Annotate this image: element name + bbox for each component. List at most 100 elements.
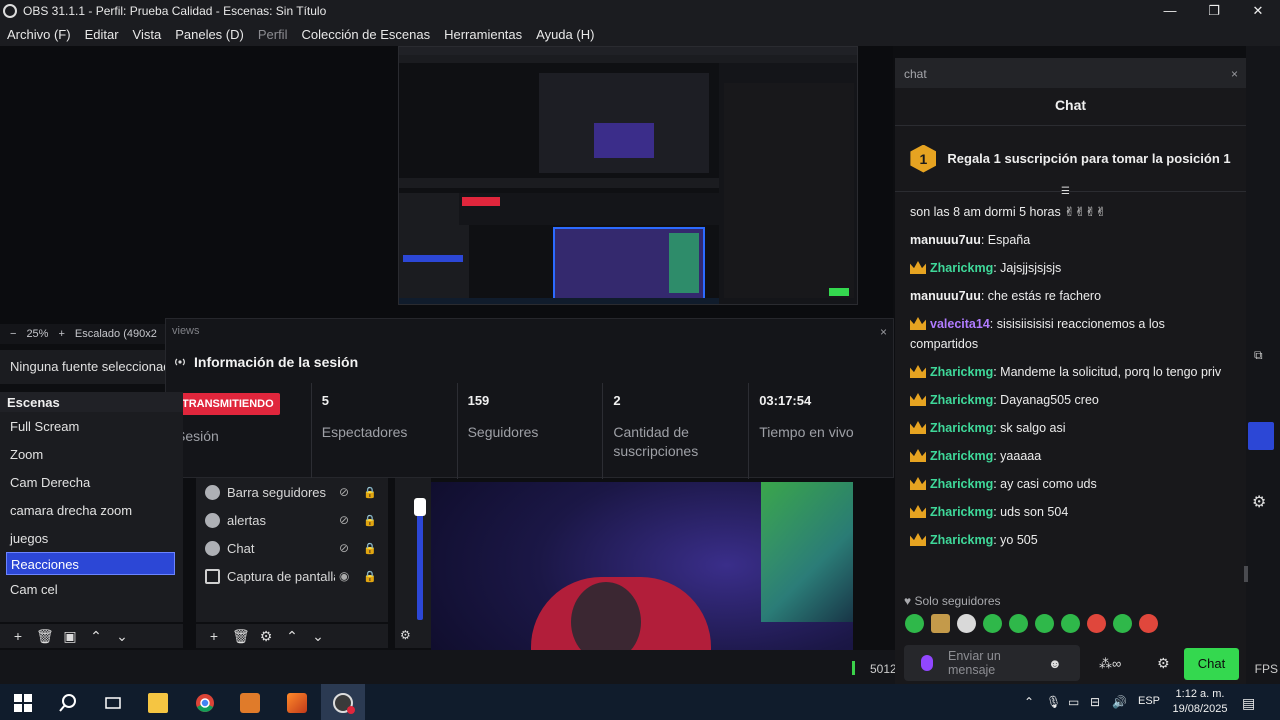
lock-icon[interactable]: 🔒: [363, 570, 377, 583]
stat-live-time: 03:17:54 Tiempo en vivo: [749, 383, 895, 479]
emote-icon[interactable]: [983, 614, 1002, 633]
chat-username[interactable]: Zharickmg: [930, 261, 993, 275]
chat-message-input[interactable]: Enviar un mensaje ☻: [904, 645, 1080, 681]
scene-filters-icon[interactable]: ▣: [62, 628, 78, 645]
chat-scrollbar[interactable]: [1244, 566, 1248, 582]
close-button[interactable]: ✕: [1236, 0, 1280, 22]
microphone-icon[interactable]: [921, 655, 933, 671]
menu-archivo[interactable]: Archivo (F): [0, 27, 78, 42]
chat-extensions-icon[interactable]: ⁂∞: [1099, 656, 1121, 672]
chrome-icon[interactable]: [195, 693, 215, 713]
media-player-icon[interactable]: [240, 693, 260, 713]
emote-icon[interactable]: [1139, 614, 1158, 633]
chat-send-button[interactable]: Chat: [1184, 648, 1239, 680]
menu-vista[interactable]: Vista: [126, 27, 169, 42]
move-source-down-icon[interactable]: ⌄: [310, 628, 326, 645]
move-scene-up-icon[interactable]: ⌃: [88, 628, 104, 645]
source-row[interactable]: Chat ⊘ 🔒: [196, 534, 388, 562]
dock-undock-icon[interactable]: ⧉: [1254, 348, 1263, 363]
chat-username[interactable]: Zharickmg: [930, 505, 993, 519]
chat-close-icon[interactable]: ×: [1231, 67, 1238, 81]
lock-icon[interactable]: 🔒: [363, 542, 377, 555]
menu-coleccion-escenas[interactable]: Colección de Escenas: [294, 27, 437, 42]
emote-icon[interactable]: [1087, 614, 1106, 633]
menu-editar[interactable]: Editar: [78, 27, 126, 42]
source-properties-gear-icon[interactable]: ⚙: [258, 628, 274, 645]
fl-studio-icon[interactable]: [287, 693, 307, 713]
zoom-in-button[interactable]: +: [58, 328, 64, 340]
remove-scene-trash-icon[interactable]: 🗑: [36, 628, 54, 645]
move-source-up-icon[interactable]: ⌃: [284, 628, 300, 645]
scene-item[interactable]: Zoom: [0, 440, 183, 468]
eye-hidden-icon[interactable]: ⊘: [339, 541, 355, 555]
keyboard-language[interactable]: ESP: [1138, 695, 1160, 707]
emote-icon[interactable]: [1035, 614, 1054, 633]
add-source-button[interactable]: +: [206, 628, 222, 644]
dock-gear-icon[interactable]: ⚙: [1252, 492, 1266, 512]
task-view-icon[interactable]: [103, 693, 123, 713]
chat-username[interactable]: Zharickmg: [930, 449, 993, 463]
source-row[interactable]: Barra seguidores ⊘ 🔒: [196, 478, 388, 506]
menu-ayuda[interactable]: Ayuda (H): [529, 27, 601, 42]
drag-handle-icon[interactable]: ☰: [1061, 187, 1075, 197]
chat-settings-gear-icon[interactable]: ⚙: [1157, 655, 1170, 672]
broadcast-icon: [175, 358, 185, 366]
lock-icon[interactable]: 🔒: [363, 514, 377, 527]
chat-username[interactable]: Zharickmg: [930, 365, 993, 379]
zoom-out-button[interactable]: −: [10, 328, 16, 340]
mixer-gear-icon[interactable]: ⚙: [400, 628, 411, 642]
obs-taskbar-active[interactable]: [321, 684, 365, 720]
emote-icon[interactable]: [1113, 614, 1132, 633]
source-row[interactable]: Captura de pantalla ◉ 🔒: [196, 562, 388, 590]
tray-mic-icon[interactable]: 🎙: [1046, 695, 1061, 709]
emote-icon[interactable]: [1061, 614, 1080, 633]
tray-volume-icon[interactable]: 🔊: [1112, 695, 1127, 709]
file-explorer-icon[interactable]: [148, 693, 168, 713]
chat-messages: son las 8 am dormi 5 horas ✌✌✌✌ manuuu7u…: [895, 192, 1246, 550]
chat-username[interactable]: Zharickmg: [930, 477, 993, 491]
tray-chevron-icon[interactable]: ⌃: [1024, 695, 1034, 709]
menu-paneles[interactable]: Paneles (D): [168, 27, 251, 42]
menu-herramientas[interactable]: Herramientas: [437, 27, 529, 42]
add-scene-button[interactable]: +: [10, 628, 26, 644]
eye-hidden-icon[interactable]: ⊘: [339, 485, 355, 499]
maximize-button[interactable]: ❐: [1192, 0, 1236, 22]
remove-source-trash-icon[interactable]: 🗑: [232, 628, 250, 645]
emote-icon[interactable]: [931, 614, 950, 633]
views-close-icon[interactable]: ×: [880, 325, 887, 339]
dock-blue-button[interactable]: [1248, 422, 1274, 450]
lock-icon[interactable]: 🔒: [363, 486, 377, 499]
emote-icon[interactable]: [1009, 614, 1028, 633]
emote-icon[interactable]: [957, 614, 976, 633]
scene-item[interactable]: Cam cel: [0, 575, 183, 603]
volume-slider-handle[interactable]: [414, 498, 426, 516]
scene-item-selected[interactable]: Reacciones: [6, 552, 175, 575]
chat-username[interactable]: Zharickmg: [930, 421, 993, 435]
crown-badge-icon: [910, 365, 926, 378]
scene-item[interactable]: camara drecha zoom: [0, 496, 183, 524]
scene-item[interactable]: Full Scream: [0, 412, 183, 440]
search-icon[interactable]: [58, 693, 78, 713]
eye-visible-icon[interactable]: ◉: [339, 569, 355, 583]
taskbar-clock[interactable]: 1:12 a. m. 19/08/2025: [1168, 687, 1232, 717]
chat-username[interactable]: Zharickmg: [930, 393, 993, 407]
right-dock-strip: ⧉ ⚙: [1246, 46, 1280, 650]
pinned-gift-banner[interactable]: 1 Regala 1 suscripción para tomar la pos…: [895, 126, 1246, 197]
chat-username[interactable]: valecita14: [930, 317, 990, 331]
emoji-picker-icon[interactable]: ☻: [1048, 656, 1062, 671]
source-row[interactable]: alertas ⊘ 🔒: [196, 506, 388, 534]
chat-username[interactable]: manuuu7uu: [910, 233, 981, 247]
chat-username[interactable]: Zharickmg: [930, 533, 993, 547]
tray-battery-icon[interactable]: ▭: [1068, 695, 1079, 709]
eye-hidden-icon[interactable]: ⊘: [339, 513, 355, 527]
tray-network-icon[interactable]: ⊟: [1090, 695, 1100, 709]
emote-icon[interactable]: [905, 614, 924, 633]
windows-start-icon[interactable]: [13, 693, 33, 713]
scene-item[interactable]: Cam Derecha: [0, 468, 183, 496]
minimize-button[interactable]: —: [1148, 0, 1192, 22]
chat-username[interactable]: manuuu7uu: [910, 289, 981, 303]
move-scene-down-icon[interactable]: ⌄: [114, 628, 130, 645]
notifications-icon[interactable]: ▤: [1242, 695, 1255, 712]
scene-item[interactable]: juegos: [0, 524, 183, 552]
menu-perfil[interactable]: Perfil: [251, 27, 295, 42]
